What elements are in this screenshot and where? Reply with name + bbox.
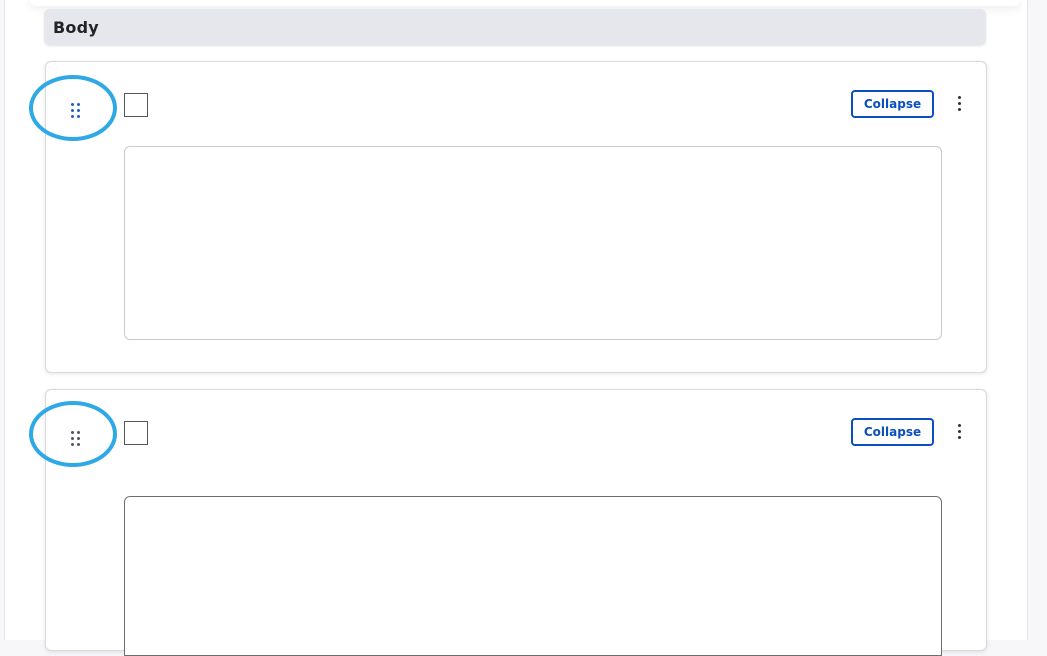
drag-dot [77, 437, 80, 440]
text-editor-area[interactable] [124, 146, 942, 340]
drag-dot [77, 103, 80, 106]
drag-dot [71, 437, 74, 440]
menu-dot [958, 102, 961, 105]
drag-handle-icon[interactable] [66, 99, 86, 123]
drag-dot [71, 109, 74, 112]
collapse-button[interactable]: Collapse [851, 90, 934, 118]
kebab-menu-icon[interactable] [950, 92, 970, 116]
select-checkbox[interactable] [124, 93, 148, 117]
collapse-button[interactable]: Collapse [851, 418, 934, 446]
section-header: Body [44, 9, 986, 45]
drag-dot [77, 115, 80, 118]
drag-dot [77, 431, 80, 434]
drag-dot [77, 443, 80, 446]
drag-dot [71, 103, 74, 106]
section-title: Body [53, 18, 99, 37]
drag-dot [77, 109, 80, 112]
drag-dot [71, 431, 74, 434]
menu-dot [958, 436, 961, 439]
text-editor-area[interactable] [124, 496, 942, 656]
paragraph-item: Collapse [29, 61, 987, 373]
sticky-toolbar-edge [30, 0, 1020, 6]
menu-dot [958, 424, 961, 427]
drag-handle-icon[interactable] [66, 427, 86, 451]
kebab-menu-icon[interactable] [950, 420, 970, 444]
paragraph-item: Collapse [29, 389, 987, 656]
menu-dot [958, 96, 961, 99]
menu-dot [958, 430, 961, 433]
select-checkbox[interactable] [124, 421, 148, 445]
drag-dot [71, 443, 74, 446]
drag-dot [71, 115, 74, 118]
menu-dot [958, 108, 961, 111]
